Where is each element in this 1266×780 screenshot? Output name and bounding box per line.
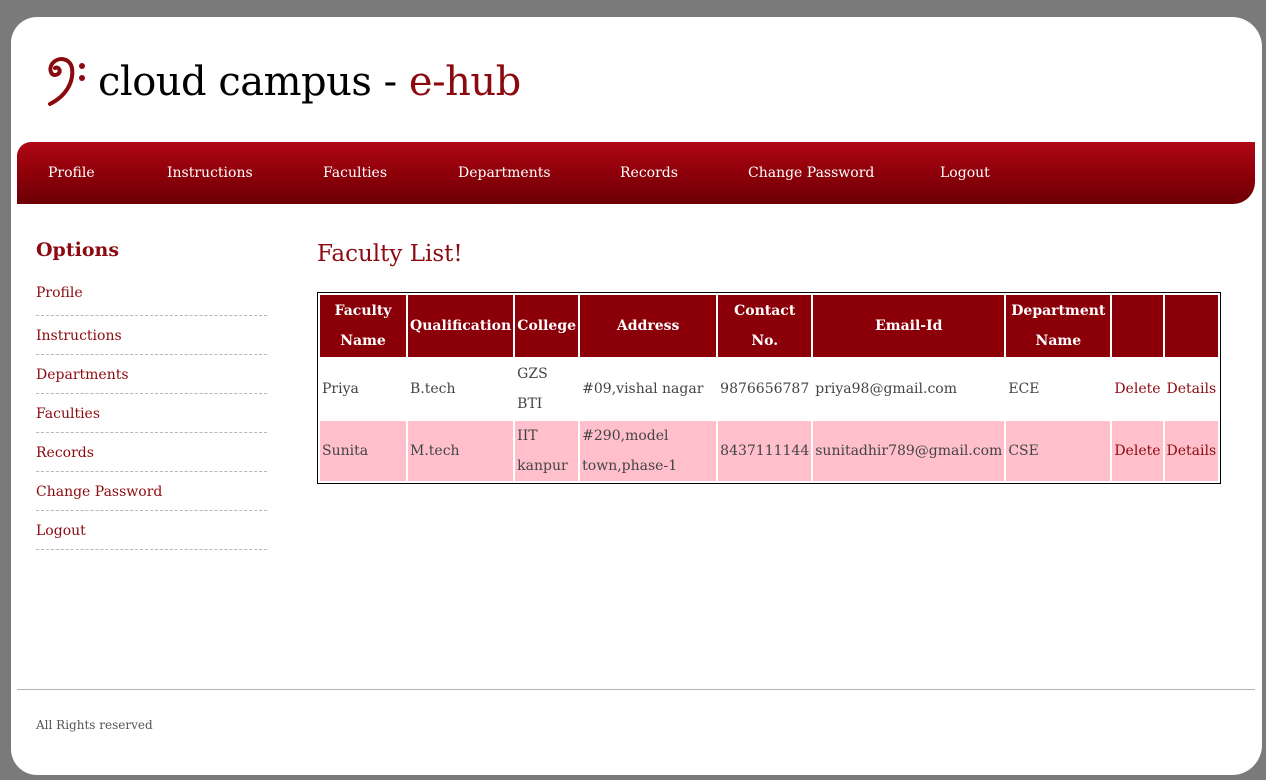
sidebar: Options Profile Instructions Departments… <box>36 239 267 551</box>
main-content: Faculty List! <box>317 241 463 267</box>
col-address: Address <box>580 295 717 357</box>
sidebar-item-instructions[interactable]: Instructions <box>36 317 267 355</box>
site-title[interactable]: cloud campus - e-hub <box>98 59 521 105</box>
cell-delete: Delete <box>1112 421 1163 481</box>
cell-department: ECE <box>1006 359 1111 419</box>
delete-link[interactable]: Delete <box>1114 443 1160 459</box>
cell-details: Details <box>1164 359 1219 419</box>
footer-divider <box>17 689 1255 690</box>
cell-qualification: M.tech <box>408 421 514 481</box>
table-row: Sunita M.tech IIT kanpur #290,model town,p… <box>320 421 1219 481</box>
cell-college: IIT kanpur <box>515 421 579 481</box>
nav-item-faculties[interactable]: Faculties <box>323 142 387 204</box>
table-row: Priya B.tech GZS BTI #09,vishal nagar 98… <box>320 359 1219 419</box>
cell-contact: 8437111144 <box>718 421 812 481</box>
sidebar-item-logout[interactable]: Logout <box>36 512 267 550</box>
main-nav: Profile Instructions Faculties Departmen… <box>17 142 1255 204</box>
cell-email: priya98@gmail.com <box>813 359 1005 419</box>
sidebar-item-records[interactable]: Records <box>36 434 267 472</box>
site-header: cloud campus - e-hub <box>40 52 521 112</box>
sidebar-title: Options <box>36 239 120 261</box>
footer-text: All Rights reserved <box>36 718 153 732</box>
page-title: Faculty List! <box>317 241 463 267</box>
details-link[interactable]: Details <box>1167 443 1217 459</box>
sidebar-item-profile[interactable]: Profile <box>36 279 267 316</box>
nav-item-instructions[interactable]: Instructions <box>167 142 253 204</box>
col-contact: Contact No. <box>718 295 812 357</box>
cell-name: Sunita <box>320 421 406 481</box>
cell-address: #09,vishal nagar <box>580 359 717 419</box>
nav-item-departments[interactable]: Departments <box>458 142 551 204</box>
col-qualification: Qualification <box>408 295 514 357</box>
cell-contact: 9876656787 <box>718 359 812 419</box>
cell-department: CSE <box>1006 421 1111 481</box>
nav-item-profile[interactable]: Profile <box>48 142 95 204</box>
col-college: College <box>515 295 579 357</box>
sidebar-item-faculties[interactable]: Faculties <box>36 395 267 433</box>
sidebar-item-change-password[interactable]: Change Password <box>36 473 267 511</box>
col-delete <box>1112 295 1163 357</box>
col-details <box>1164 295 1219 357</box>
cell-address: #290,model town,phase-1 <box>580 421 717 481</box>
cell-name: Priya <box>320 359 406 419</box>
col-department: Department Name <box>1006 295 1111 357</box>
cell-delete: Delete <box>1112 359 1163 419</box>
bass-clef-icon <box>48 57 85 106</box>
col-email: Email-Id <box>813 295 1005 357</box>
cell-details: Details <box>1164 421 1219 481</box>
cell-college: GZS BTI <box>515 359 579 419</box>
cell-qualification: B.tech <box>408 359 514 419</box>
faculty-table: Faculty Name Qualification College Addres… <box>317 292 1222 484</box>
nav-item-change-password[interactable]: Change Password <box>748 142 874 204</box>
nav-item-records[interactable]: Records <box>620 142 678 204</box>
col-faculty-name: Faculty Name <box>320 295 406 357</box>
sidebar-item-departments[interactable]: Departments <box>36 356 267 394</box>
page: cloud campus - e-hub Profile Instruction… <box>11 17 1262 775</box>
cell-email: sunitadhir789@gmail.com <box>813 421 1005 481</box>
details-link[interactable]: Details <box>1167 381 1217 397</box>
nav-item-logout[interactable]: Logout <box>940 142 990 204</box>
delete-link[interactable]: Delete <box>1114 381 1160 397</box>
table-header-row: Faculty Name Qualification College Addres… <box>320 295 1219 357</box>
